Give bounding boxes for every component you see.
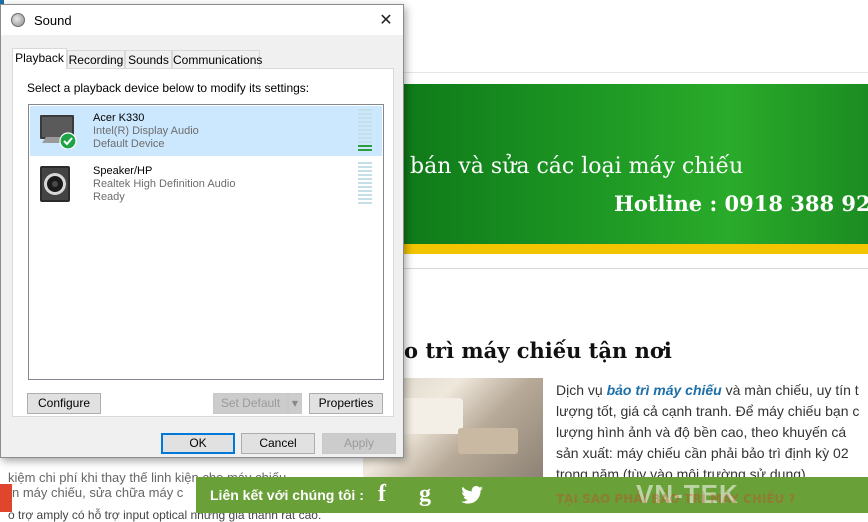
cancel-button[interactable]: Cancel (241, 433, 315, 454)
playback-panel: Select a playback device below to modify… (12, 68, 394, 417)
meter-segment (358, 174, 372, 176)
device-status: Default Device (93, 138, 165, 150)
meter-segment (358, 202, 372, 204)
device-list[interactable]: Acer K330 Intel(R) Display Audio Default… (28, 104, 384, 380)
meter-segment (358, 129, 372, 131)
configure-button[interactable]: Configure (27, 393, 101, 414)
volume-meter (358, 162, 372, 206)
twitter-icon[interactable] (461, 486, 483, 504)
tab-playback[interactable]: Playback (12, 48, 67, 69)
meter-segment (358, 198, 372, 200)
meter-segment (358, 166, 372, 168)
apply-button[interactable]: Apply (322, 433, 396, 454)
speaker-icon (40, 166, 70, 202)
article-heading[interactable]: o trì máy chiếu tận nơi (404, 338, 672, 363)
properties-button[interactable]: Properties (309, 393, 383, 414)
meter-segment (358, 121, 372, 123)
facebook-icon[interactable]: f (378, 481, 386, 508)
article-link[interactable]: bảo trì máy chiếu (607, 382, 722, 398)
dialog-titlebar[interactable]: Sound ✕ (1, 5, 403, 35)
volume-meter (358, 109, 372, 153)
ok-button[interactable]: OK (161, 433, 235, 454)
meter-segment (358, 145, 372, 147)
meter-segment (358, 178, 372, 180)
red-tab[interactable] (0, 484, 12, 512)
device-item-acer-k330[interactable]: Acer K330 Intel(R) Display Audio Default… (30, 106, 382, 156)
faded-subheading: TẠI SAO PHẢI BẢO TRÌ MÁY CHIẾU ? (556, 492, 796, 506)
meter-segment (358, 162, 372, 164)
device-name: Acer K330 (93, 112, 145, 124)
meter-segment (358, 182, 372, 184)
close-button[interactable]: ✕ (369, 5, 403, 35)
sound-dialog: Sound ✕ Playback Recording Sounds Commun… (0, 4, 404, 458)
meter-segment (358, 170, 372, 172)
set-default-dropdown-arrow[interactable]: ▼ (288, 393, 302, 414)
header-banner[interactable]: bán và sửa các loại máy chiếu Hotline : … (404, 84, 868, 254)
device-name: Speaker/HP (93, 165, 153, 177)
dialog-title: Sound (34, 13, 72, 28)
meter-segment (358, 113, 372, 115)
instruction-text: Select a playback device below to modify… (27, 81, 310, 95)
tab-communications[interactable]: Communications (172, 50, 262, 68)
device-driver: Realtek High Definition Audio (93, 178, 236, 190)
footer-label: Liên kết với chúng tôi : (210, 487, 364, 503)
meter-segment (358, 186, 372, 188)
meter-segment (358, 141, 372, 143)
google-plus-icon[interactable]: g (419, 481, 431, 508)
speaker-app-icon (11, 13, 25, 27)
meter-segment (358, 137, 372, 139)
tab-sounds[interactable]: Sounds (125, 50, 172, 68)
device-driver: Intel(R) Display Audio (93, 125, 199, 137)
meter-segment (358, 117, 372, 119)
meter-segment (358, 149, 372, 151)
banner-hotline: Hotline : 0918 388 922 (614, 191, 868, 216)
monitor-icon (40, 115, 77, 149)
content-divider (404, 268, 868, 269)
device-status: Ready (93, 191, 125, 203)
top-divider (404, 72, 868, 73)
meter-segment (358, 125, 372, 127)
device-item-speaker-hp[interactable]: Speaker/HP Realtek High Definition Audio… (30, 159, 382, 209)
meter-segment (358, 109, 372, 111)
tab-recording[interactable]: Recording (67, 50, 125, 68)
set-default-button[interactable]: Set Default (213, 393, 288, 414)
meter-segment (358, 190, 372, 192)
banner-accent-stripe (404, 244, 868, 254)
meter-segment (358, 133, 372, 135)
article-text: Dịch vụ bảo trì máy chiếu và màn chiếu, … (556, 382, 860, 482)
meter-segment (358, 194, 372, 196)
banner-slogan: bán và sửa các loại máy chiếu (410, 154, 744, 179)
